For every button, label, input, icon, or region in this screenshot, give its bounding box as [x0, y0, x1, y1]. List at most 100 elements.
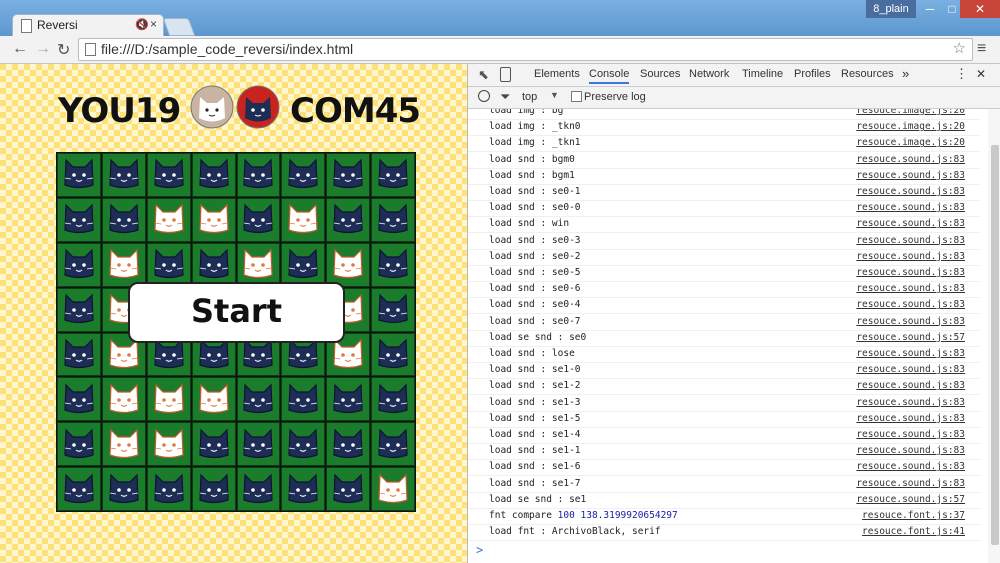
log-source-link[interactable]: resouce.sound.js:83	[856, 267, 965, 278]
board-cell[interactable]	[191, 377, 236, 422]
scrollbar-thumb[interactable]	[991, 145, 999, 545]
board-cell[interactable]	[191, 467, 236, 511]
board-cell[interactable]	[57, 467, 101, 511]
board-cell[interactable]	[191, 197, 236, 242]
log-source-link[interactable]: resouce.sound.js:83	[856, 478, 965, 489]
chrome-menu-icon[interactable]: ≡	[977, 40, 986, 58]
board-cell[interactable]	[191, 422, 236, 467]
new-tab-button[interactable]	[162, 18, 196, 36]
board-cell[interactable]	[236, 467, 281, 511]
board-cell[interactable]	[281, 242, 326, 287]
board-cell[interactable]	[57, 153, 101, 197]
board-cell[interactable]	[371, 197, 415, 242]
board-cell[interactable]	[57, 422, 101, 467]
log-source-link[interactable]: resouce.sound.js:83	[856, 348, 965, 359]
log-source-link[interactable]: resouce.sound.js:83	[856, 218, 965, 229]
url-text[interactable]: file:///D:/sample_code_reversi/index.htm…	[101, 41, 353, 57]
back-arrow-icon[interactable]: ←	[12, 40, 28, 58]
board-cell[interactable]	[371, 332, 415, 377]
log-source-link[interactable]: resouce.sound.js:83	[856, 461, 965, 472]
board-cell[interactable]	[326, 377, 371, 422]
console-output[interactable]: load img : bg resouce.image.js:20 load img…	[468, 109, 988, 563]
board-cell[interactable]	[101, 197, 146, 242]
log-source-link[interactable]: resouce.sound.js:83	[856, 299, 965, 310]
board-cell[interactable]	[57, 242, 101, 287]
log-source-link[interactable]: resouce.sound.js:83	[856, 235, 965, 246]
log-source-link[interactable]: resouce.sound.js:83	[856, 380, 965, 391]
board-cell[interactable]	[101, 422, 146, 467]
tab-network[interactable]: Network	[689, 68, 729, 80]
board-cell[interactable]	[371, 242, 415, 287]
devtools-menu-icon[interactable]: ⋮	[955, 66, 968, 82]
board-cell[interactable]	[146, 377, 191, 422]
log-source-link[interactable]: resouce.font.js:37	[862, 510, 965, 521]
board-cell[interactable]	[146, 467, 191, 511]
log-source-link[interactable]: resouce.sound.js:83	[856, 429, 965, 440]
board-cell[interactable]	[146, 153, 191, 197]
board-cell[interactable]	[146, 242, 191, 287]
board-cell[interactable]	[281, 197, 326, 242]
console-prompt[interactable]: >	[476, 543, 483, 557]
filter-funnel-icon[interactable]: ⏷	[500, 89, 510, 105]
board-cell[interactable]	[146, 197, 191, 242]
board-cell[interactable]	[191, 153, 236, 197]
board-cell[interactable]	[57, 287, 101, 332]
board-cell[interactable]	[371, 377, 415, 422]
board-cell[interactable]	[281, 153, 326, 197]
log-source-link[interactable]: resouce.sound.js:83	[856, 316, 965, 327]
tab-sources[interactable]: Sources	[640, 68, 680, 80]
log-source-link[interactable]: resouce.sound.js:83	[856, 397, 965, 408]
log-source-link[interactable]: resouce.sound.js:83	[856, 202, 965, 213]
board-cell[interactable]	[326, 153, 371, 197]
more-tabs-icon[interactable]: »	[902, 66, 909, 81]
log-source-link[interactable]: resouce.sound.js:83	[856, 283, 965, 294]
board-cell[interactable]	[236, 422, 281, 467]
board-cell[interactable]	[371, 467, 415, 511]
log-source-link[interactable]: resouce.sound.js:83	[856, 364, 965, 375]
log-source-link[interactable]: resouce.sound.js:83	[856, 445, 965, 456]
chevron-down-icon[interactable]: ▼	[550, 90, 559, 100]
log-source-link[interactable]: resouce.font.js:41	[862, 526, 965, 537]
board-cell[interactable]	[326, 467, 371, 511]
board-cell[interactable]	[281, 422, 326, 467]
log-source-link[interactable]: resouce.sound.js:57	[856, 494, 965, 505]
device-toolbar-icon[interactable]	[500, 67, 511, 82]
log-source-link[interactable]: resouce.image.js:20	[856, 109, 965, 116]
board-cell[interactable]	[281, 467, 326, 511]
log-source-link[interactable]: resouce.sound.js:83	[856, 154, 965, 165]
tab-reversi[interactable]: Reversi 🔇 ×	[12, 14, 164, 37]
board-cell[interactable]	[191, 242, 236, 287]
devtools-close-icon[interactable]: ✕	[976, 67, 986, 81]
inspect-cursor-icon[interactable]: ⬉	[478, 67, 489, 83]
board-cell[interactable]	[57, 332, 101, 377]
board-cell[interactable]	[371, 422, 415, 467]
tab-close-icon[interactable]: ×	[150, 17, 157, 31]
board-cell[interactable]	[101, 377, 146, 422]
tab-elements[interactable]: Elements	[534, 68, 580, 80]
board-cell[interactable]	[326, 197, 371, 242]
board-cell[interactable]	[57, 377, 101, 422]
log-source-link[interactable]: resouce.sound.js:83	[856, 186, 965, 197]
log-source-link[interactable]: resouce.sound.js:57	[856, 332, 965, 343]
log-source-link[interactable]: resouce.sound.js:83	[856, 251, 965, 262]
window-close-button[interactable]: ✕	[960, 0, 1000, 18]
address-bar[interactable]: file:///D:/sample_code_reversi/index.htm…	[78, 38, 973, 61]
board-cell[interactable]	[146, 422, 191, 467]
console-scrollbar[interactable]	[988, 109, 1000, 563]
context-selector[interactable]: top	[522, 91, 537, 103]
board-cell[interactable]	[236, 153, 281, 197]
log-source-link[interactable]: resouce.sound.js:83	[856, 413, 965, 424]
board-cell[interactable]	[371, 153, 415, 197]
board-cell[interactable]	[236, 242, 281, 287]
board-cell[interactable]	[371, 287, 415, 332]
clear-console-icon[interactable]	[478, 90, 490, 102]
log-source-link[interactable]: resouce.image.js:20	[856, 121, 965, 132]
board-cell[interactable]	[101, 242, 146, 287]
board-cell[interactable]	[326, 422, 371, 467]
profile-badge[interactable]: 8_plain	[866, 0, 916, 18]
log-source-link[interactable]: resouce.sound.js:83	[856, 170, 965, 181]
board-cell[interactable]	[101, 467, 146, 511]
board-cell[interactable]	[326, 242, 371, 287]
forward-arrow-icon[interactable]: →	[35, 40, 51, 58]
speaker-mute-icon[interactable]: 🔇	[135, 18, 149, 31]
